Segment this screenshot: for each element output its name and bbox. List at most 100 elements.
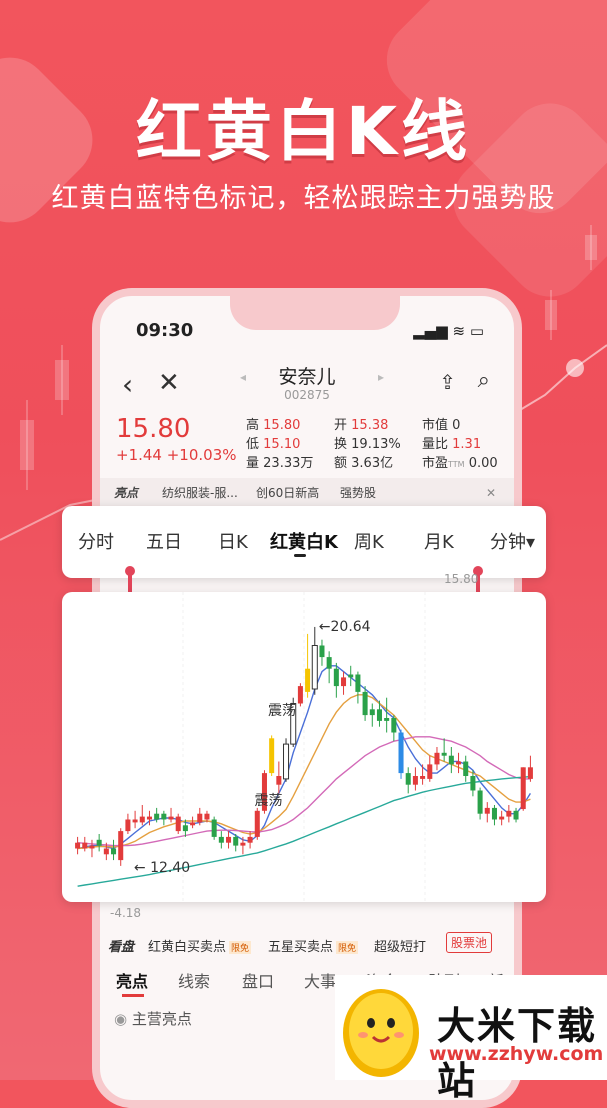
next-stock-icon[interactable]: ▸	[378, 370, 384, 384]
candle-body	[305, 668, 311, 692]
candle-body	[204, 813, 210, 820]
tag-new-high[interactable]: 创60日新高	[256, 478, 319, 508]
open-label: 开	[334, 418, 348, 433]
open-value: 15.38	[351, 418, 389, 433]
candle-body	[89, 845, 95, 849]
tab-monthly-k[interactable]: 月K	[424, 528, 454, 554]
candle-body	[484, 807, 490, 814]
candle-body	[441, 752, 447, 756]
candle-body	[326, 657, 332, 669]
chart-annotation-3: 震荡	[268, 703, 296, 719]
tab-intraday[interactable]: 分时	[78, 528, 114, 554]
candle-body	[527, 767, 533, 779]
high-label: 高	[246, 418, 260, 433]
tab-daily-k[interactable]: 日K	[218, 528, 248, 554]
tags-close-icon[interactable]: ✕	[486, 478, 496, 508]
bottom-tab-clues[interactable]: 线索	[178, 968, 210, 992]
candle-body	[218, 836, 224, 843]
mktval-value: 0	[452, 418, 461, 433]
candle-body	[319, 645, 325, 658]
candle-body	[96, 839, 102, 846]
chart-edge-bottom-left: -4.18	[110, 906, 142, 920]
candle-body	[269, 738, 275, 774]
candle-body	[254, 810, 260, 837]
kline-chart-card: ←20.64 ← 12.40 震荡 震荡	[62, 592, 546, 902]
candle-body	[348, 674, 354, 678]
candle-body	[247, 836, 253, 843]
chart-edge-top-right: 15.80	[444, 572, 479, 586]
candle-body	[75, 842, 81, 849]
candle-body	[182, 825, 188, 832]
bottom-tab-highlights[interactable]: 亮点	[116, 968, 148, 992]
mktval-label: 市值	[422, 418, 449, 433]
candle-body	[233, 836, 239, 846]
candle-body	[477, 790, 483, 814]
section-item-star-signals[interactable]: 五星买卖点 限免	[268, 936, 359, 955]
turnover-label: 换	[334, 437, 348, 452]
candle-body	[405, 773, 411, 785]
phone-notch	[230, 296, 400, 330]
chart-annotation-2: ← 12.40	[134, 860, 190, 876]
candle-body	[82, 842, 88, 849]
amount-value: 3.63亿	[351, 456, 394, 471]
stock-pool-button[interactable]: 股票池	[446, 932, 493, 953]
highlight-badge: 亮点	[114, 486, 139, 500]
candle-body	[520, 767, 526, 810]
candle-body	[125, 819, 131, 832]
bottom-tab-events[interactable]: 大事	[304, 968, 336, 992]
candle-body	[398, 732, 404, 774]
egg-mascot-logo	[343, 989, 419, 1077]
volratio-value: 1.31	[452, 437, 482, 452]
section-item-short-term[interactable]: 超级短打	[374, 936, 426, 955]
bottom-tab-order-book[interactable]: 盘口	[242, 968, 274, 992]
low-value: 15.10	[263, 437, 301, 452]
candle-body	[369, 709, 375, 716]
chart-annotation-4: 震荡	[254, 793, 282, 809]
active-tab-indicator	[294, 554, 306, 557]
hero-title: 红黄白K线	[135, 93, 472, 170]
tab-ryw-k[interactable]: 红黄白K	[270, 528, 338, 554]
highlight-bulb-icon: ◉	[114, 1010, 128, 1028]
candle-body	[463, 761, 469, 776]
candle-body	[197, 813, 203, 823]
candle-body	[240, 842, 246, 846]
candle-body	[190, 822, 196, 826]
candle-body	[146, 816, 152, 820]
main-business-highlights[interactable]: ◉ 主营亮点	[114, 1008, 192, 1029]
section-item-ryw-signals[interactable]: 红黄白买卖点 限免	[148, 936, 252, 955]
tab-five-day[interactable]: 五日	[146, 528, 182, 554]
tab-minute-dropdown[interactable]: 分钟▾	[490, 528, 535, 554]
tag-industry[interactable]: 纺织服装-服...	[162, 478, 238, 508]
amount-label: 额	[334, 456, 348, 471]
candle-body	[161, 813, 167, 820]
search-icon[interactable]: ⌕	[478, 368, 490, 393]
stock-nav-bar: ‹ ✕ ◂ 安奈儿 002875 ▸ ⇪ ⌕	[100, 358, 514, 414]
pe-value: 0.00	[468, 456, 498, 471]
watermark-url: www.zzhyw.com	[429, 1043, 604, 1065]
status-time: 09:30	[136, 320, 194, 341]
ma-line-ma10	[77, 694, 531, 850]
low-label: 低	[246, 437, 260, 452]
candle-body	[427, 764, 433, 779]
candle-body	[118, 831, 124, 861]
quote-col-1: 高 15.80 低 15.10 量 23.33万	[246, 416, 313, 473]
candle-body	[412, 776, 418, 785]
kline-chart: ←20.64← 12.40震荡震荡	[75, 592, 533, 902]
candle-body	[376, 709, 382, 721]
candle-body	[211, 819, 217, 837]
active-bottom-tab-indicator	[122, 994, 144, 997]
candle-body	[470, 776, 476, 791]
volratio-label: 量比	[422, 437, 449, 452]
candle-body	[226, 836, 232, 843]
stock-tags-bar: 亮点 纺织服装-服... 创60日新高 强势股 ✕	[100, 478, 514, 508]
candle-body	[111, 848, 117, 855]
candle-body	[362, 691, 368, 716]
share-icon[interactable]: ⇪	[439, 370, 456, 394]
pe-label: 市盈	[422, 456, 449, 471]
candle-body	[132, 819, 138, 823]
tab-weekly-k[interactable]: 周K	[354, 528, 384, 554]
tag-strong-stock[interactable]: 强势股	[340, 478, 376, 508]
section-item-star-label: 五星买卖点	[268, 940, 334, 955]
turnover-value: 19.13%	[351, 437, 401, 452]
candle-body	[434, 752, 440, 765]
